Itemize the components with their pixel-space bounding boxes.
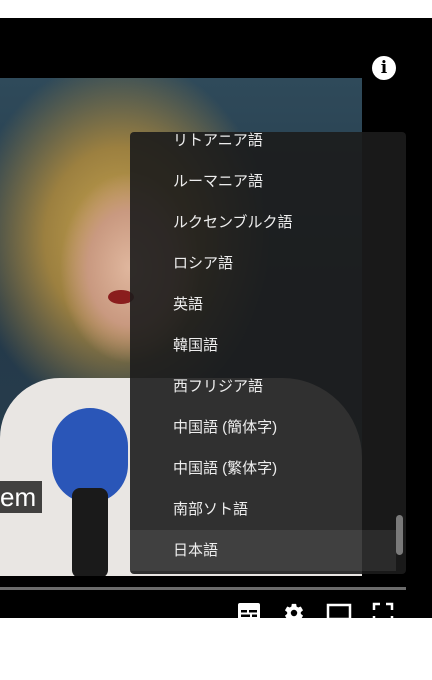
theater-mode-icon[interactable]: [326, 602, 352, 618]
subtitle-language-item[interactable]: 西フリジア語: [130, 366, 396, 407]
subtitle-language-item[interactable]: ルクセンブルク語: [130, 202, 396, 243]
fullscreen-icon[interactable]: [372, 602, 394, 618]
subtitle-language-item[interactable]: 中国語 (繁体字): [130, 448, 396, 489]
video-microphone-stand: [72, 488, 108, 576]
subtitle-language-item[interactable]: ルーマニア語: [130, 161, 396, 202]
subtitle-language-item[interactable]: 南部ソト語: [130, 489, 396, 530]
subtitle-language-item[interactable]: 中国語 (簡体字): [130, 407, 396, 448]
caption-text: em: [0, 481, 43, 513]
subtitle-language-item[interactable]: 日本語: [130, 530, 396, 571]
info-icon[interactable]: i: [372, 56, 396, 80]
subtitle-language-list: リトアニア語 ルーマニア語 ルクセンブルク語 ロシア語 英語 韓国語 西フリジア語 中国語 (…: [130, 132, 396, 571]
subtitle-language-item[interactable]: 英語: [130, 284, 396, 325]
subtitle-language-item[interactable]: ロシア語: [130, 243, 396, 284]
subtitle-language-item[interactable]: 韓国語: [130, 325, 396, 366]
menu-scrollbar[interactable]: [396, 515, 403, 555]
gear-icon[interactable]: [283, 602, 305, 618]
subtitle-language-menu[interactable]: リトアニア語 ルーマニア語 ルクセンブルク語 ロシア語 英語 韓国語 西フリジア語 中国語 (…: [130, 132, 406, 574]
player-controls: [0, 592, 432, 618]
progress-bar[interactable]: [0, 587, 406, 590]
subtitles-icon[interactable]: [237, 602, 261, 618]
subtitle-language-item[interactable]: リトアニア語: [130, 132, 396, 161]
video-player[interactable]: em i リトアニア語 ルーマニア語 ルクセンブルク語 ロシア語 英語 韓国語 西フリジア語…: [0, 18, 432, 618]
